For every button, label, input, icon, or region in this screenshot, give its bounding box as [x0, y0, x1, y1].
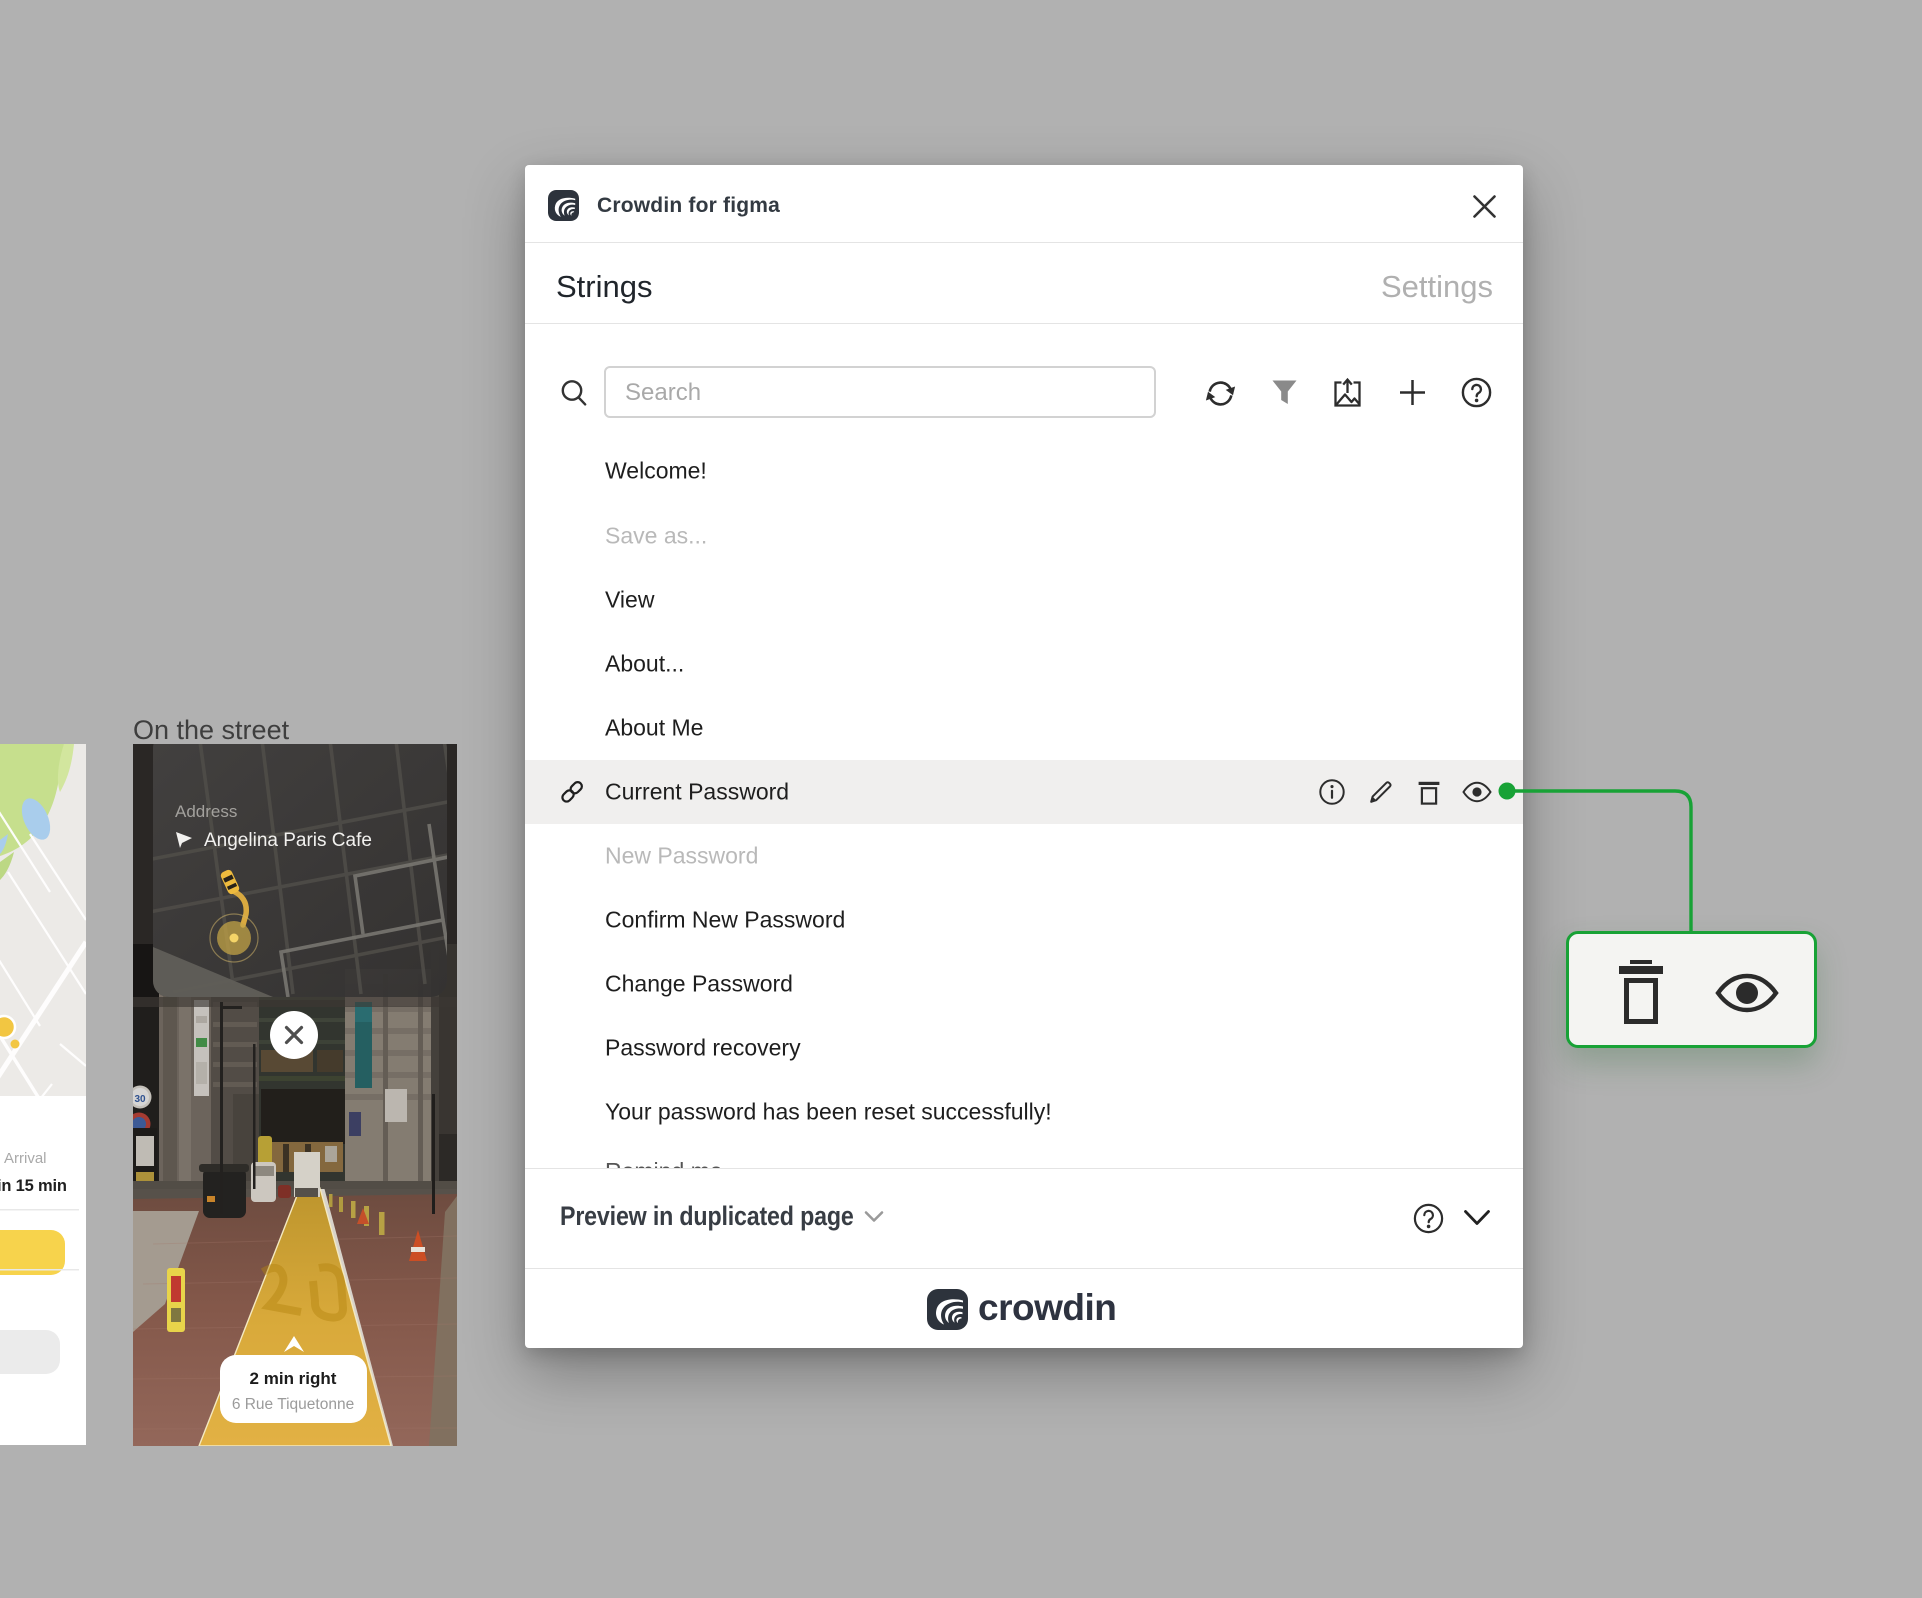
svg-text:Address: Address: [175, 802, 237, 821]
svg-text:Arrival: Arrival: [4, 1150, 47, 1167]
svg-text:Angelina Paris Cafe: Angelina Paris Cafe: [204, 830, 372, 851]
svg-text:in 15 min: in 15 min: [0, 1177, 67, 1195]
svg-text:2 min right: 2 min right: [250, 1369, 337, 1388]
svg-text:6 Rue Tiquetonne: 6 Rue Tiquetonne: [232, 1396, 354, 1413]
